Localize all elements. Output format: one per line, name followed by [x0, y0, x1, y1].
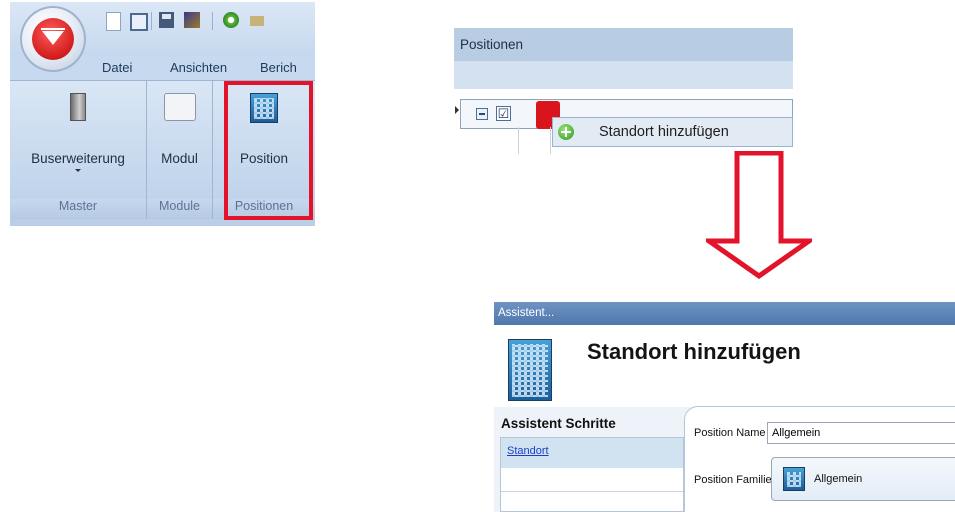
buserweiterung-button[interactable]: Buserweiterung: [10, 85, 146, 185]
step-item: Standort: [501, 438, 683, 468]
position-family-selector[interactable]: Allgemein: [771, 457, 955, 501]
add-green-icon: [558, 124, 574, 140]
grid-line: [550, 127, 551, 154]
red-highlight-box: [224, 81, 313, 220]
step-link-standort[interactable]: Standort: [507, 445, 549, 457]
context-menu-item-standort-hinzufuegen[interactable]: Standort hinzufügen: [552, 117, 793, 147]
step-item-empty: [501, 469, 683, 492]
bus-extension-icon: [70, 93, 86, 121]
panel-title: Positionen: [454, 28, 793, 61]
toolbar-separator: [212, 12, 213, 30]
position-family-value: Allgemein: [814, 473, 863, 485]
orb-bar: [41, 28, 65, 30]
window-icon[interactable]: [130, 13, 148, 31]
position-name-label: Position Name: [694, 427, 766, 439]
assistant-window: Assistent... Standort hinzufügen Assiste…: [494, 302, 955, 512]
tree-grid: ☑ Standort hinzufügen: [454, 89, 793, 154]
wizard-header: Standort hinzufügen: [494, 325, 955, 407]
group-label-master: Master: [10, 199, 146, 219]
modul-label: Modul: [161, 151, 198, 166]
group-module: Modul Module: [147, 81, 213, 219]
quick-access-toolbar: [10, 2, 315, 72]
modul-button[interactable]: Modul: [147, 85, 212, 185]
window-title: Assistent...: [494, 302, 955, 325]
building-icon: [783, 467, 805, 491]
edit-tool-icon[interactable]: [184, 12, 200, 28]
buserweiterung-label: Buserweiterung: [31, 151, 125, 166]
row-checkbox[interactable]: ☑: [496, 106, 511, 121]
toolbar-separator: [151, 12, 152, 30]
orb-triangle: [42, 31, 64, 45]
menu-datei[interactable]: Datei: [102, 60, 132, 75]
menu-ansichten[interactable]: Ansichten: [170, 60, 227, 75]
new-document-icon[interactable]: [106, 12, 121, 31]
module-icon: [163, 93, 196, 121]
refresh-icon[interactable]: [223, 12, 239, 28]
steps-list: Standort: [500, 437, 684, 512]
group-master: Buserweiterung Master: [10, 81, 147, 219]
ribbon-crop: Datei Ansichten Berich Buserweiterung Ma…: [10, 2, 315, 226]
steps-title: Assistent Schritte: [501, 416, 616, 431]
application-orb-button[interactable]: [20, 6, 86, 72]
panel-toolbar: [454, 61, 793, 89]
dropdown-arrow-icon: [75, 169, 81, 172]
menu-berichte[interactable]: Berich: [260, 60, 297, 75]
export-icon[interactable]: [250, 16, 264, 26]
group-label-module: Module: [147, 199, 212, 219]
row-indicator-icon: [455, 106, 459, 114]
form-card: Position Name Position Familie Allgemein: [684, 406, 955, 512]
building-icon: [508, 339, 552, 401]
position-name-input[interactable]: [767, 422, 955, 444]
wizard-header-title: Standort hinzufügen: [587, 339, 801, 364]
red-down-arrow-icon: [706, 151, 812, 279]
context-menu-label: Standort hinzufügen: [599, 124, 729, 140]
position-family-label: Position Familie: [694, 474, 772, 486]
save-icon[interactable]: [159, 12, 174, 28]
positionen-panel: Positionen ☑ Standort hinzufügen: [454, 28, 793, 154]
collapse-icon[interactable]: [476, 108, 488, 120]
grid-line: [518, 127, 519, 154]
